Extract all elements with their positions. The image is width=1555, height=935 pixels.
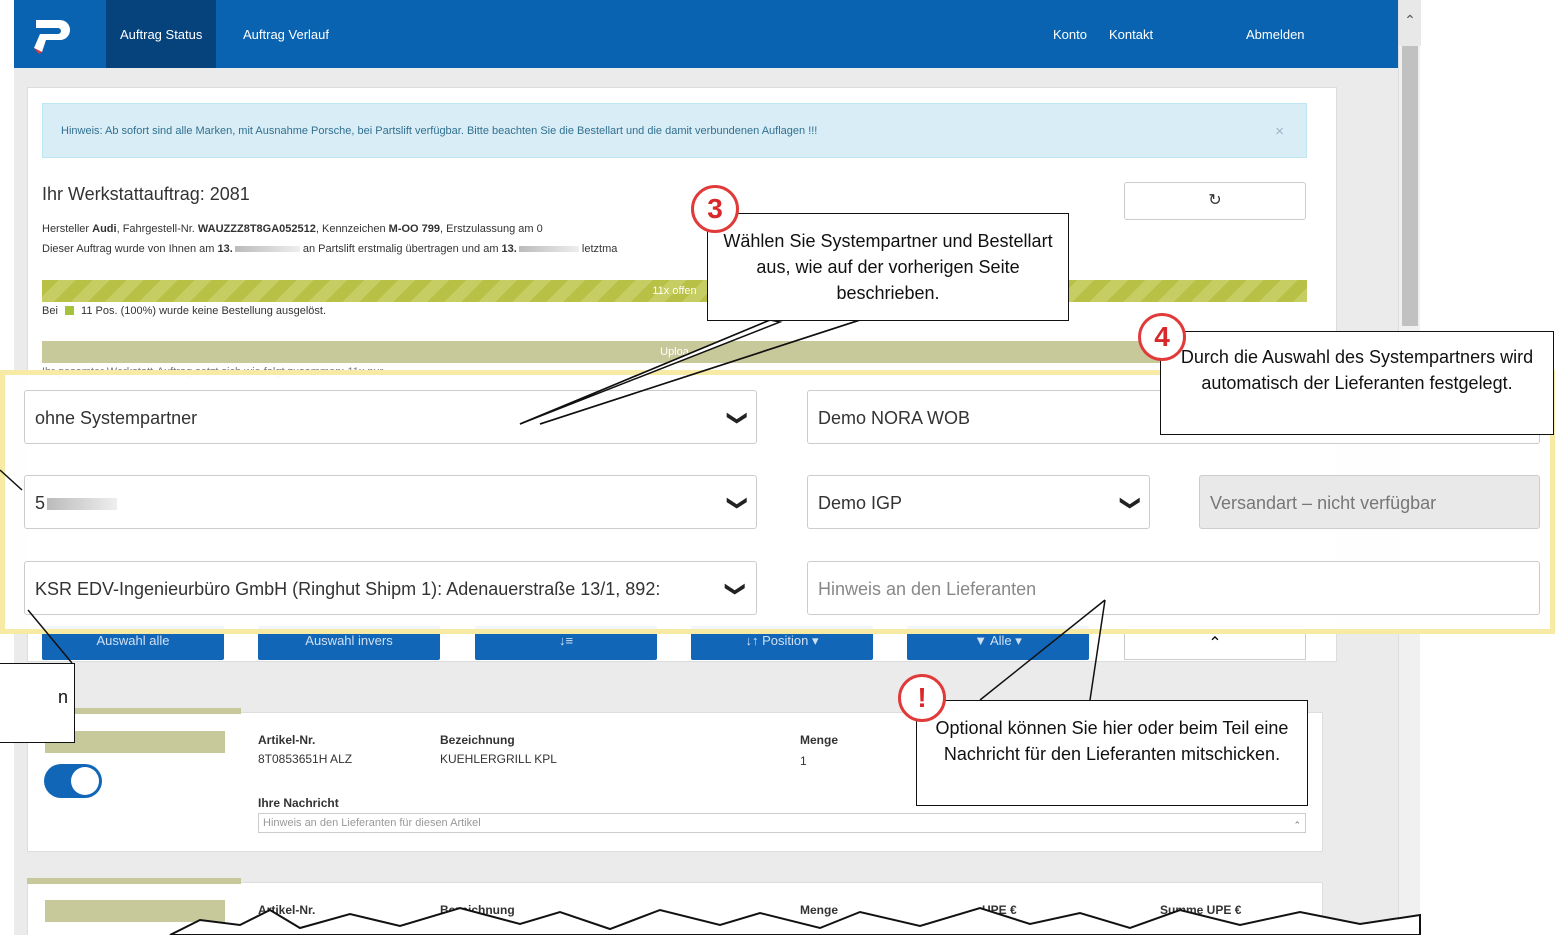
top-navigation: Auftrag Status Auftrag Verlauf Konto Kon… (14, 0, 1398, 68)
step-3-badge: 3 (691, 185, 739, 233)
col-sum-upe-2: Summe UPE € (1160, 903, 1242, 917)
progress-bar-open: 11x offen (42, 280, 1307, 302)
alert-text: Hinweis: Ab sofort sind alle Marken, mit… (61, 125, 818, 137)
col-upe-2: UPE € (982, 903, 1017, 917)
refresh-icon: ↻ (1208, 192, 1222, 209)
chevron-down-icon: ❯ (726, 494, 749, 512)
close-icon[interactable]: × (1275, 104, 1284, 159)
refresh-button[interactable]: ↻ (1124, 182, 1306, 220)
callout-step-4: Durch die Auswahl des Systempartners wir… (1160, 331, 1554, 435)
message-label: Ihre Nachricht (258, 796, 339, 810)
article-description: KUEHLERGRILL KPL (440, 752, 557, 766)
partslift-logo (34, 20, 70, 54)
info-alert: Hinweis: Ab sofort sind alle Marken, mit… (42, 103, 1307, 158)
page-title: Ihr Werkstattauftrag: 2081 (42, 184, 250, 204)
col-description-2: Bezeichnung (440, 903, 515, 917)
customer-select[interactable]: 5 ❯ (24, 475, 757, 529)
article-number: 8T0853651H ALZ (258, 752, 353, 766)
callout-optional-note: Optional können Sie hier oder beim Teil … (916, 700, 1308, 806)
progress-label: 11x offen (652, 285, 697, 297)
col-article-number-2: Artikel-Nr. (258, 903, 316, 917)
article-toggle[interactable] (44, 764, 102, 798)
plate: M-OO 799 (388, 223, 441, 235)
nav-konto[interactable]: Konto (1039, 0, 1101, 68)
callout-left-fragment: n (0, 663, 75, 743)
order-type-select[interactable]: Demo IGP ❯ (807, 475, 1150, 529)
vin: WAUZZZ8T8GA052512 (197, 223, 316, 235)
warning-badge: ! (898, 674, 946, 722)
progress-bar-upload: Uploa (42, 341, 1307, 363)
callout-step-3: Wählen Sie Systempartner und Bestellart … (707, 213, 1069, 321)
col-quantity: Menge (800, 733, 839, 747)
delivery-address-select[interactable]: KSR EDV-Ingenieurbüro GmbH (Ringhut Ship… (24, 561, 757, 615)
chevron-down-icon: ❯ (1119, 494, 1142, 512)
vehicle-info: Hersteller Audi, Fahrgestell-Nr. WAUZZZ8… (42, 223, 543, 235)
order-status-text: Bei 11 Pos. (100%) wurde keine Bestellun… (42, 305, 327, 317)
nav-kontakt[interactable]: Kontakt (1095, 0, 1167, 68)
scroll-thumb[interactable] (1402, 46, 1418, 326)
status-square-icon (64, 306, 74, 315)
nav-auftrag-status[interactable]: Auftrag Status (106, 0, 217, 68)
nav-auftrag-verlauf[interactable]: Auftrag Verlauf (229, 0, 343, 68)
chevron-down-icon: ❯ (726, 409, 749, 427)
shipping-select: Versandart – nicht verfügbar (1199, 475, 1540, 529)
nav-abmelden[interactable]: Abmelden (1232, 0, 1319, 68)
transfer-info: Dieser Auftrag wurde von Ihnen am 13. an… (42, 243, 618, 255)
article-status-tag-2 (45, 900, 225, 922)
col-description: Bezeichnung (440, 733, 515, 747)
step-4-badge: 4 (1138, 313, 1186, 361)
page: Auftrag Status Auftrag Verlauf Konto Kon… (0, 0, 1555, 935)
manufacturer: Audi (92, 223, 117, 235)
col-quantity-2: Menge (800, 903, 839, 917)
supplier-note-input[interactable]: Hinweis an den Lieferanten (807, 561, 1540, 615)
chevron-down-icon: ❯ (708, 578, 756, 600)
systempartner-select[interactable]: ohne Systempartner ❯ (24, 390, 757, 444)
article-status-bar-2 (27, 878, 241, 884)
chevron-up-icon: ⌃ (1208, 635, 1222, 652)
article-quantity: 1 (800, 754, 807, 768)
col-article-number: Artikel-Nr. (258, 733, 316, 747)
scroll-up-icon[interactable]: ⌃ (1399, 0, 1421, 46)
article-message-input[interactable]: Hinweis an den Lieferanten für diesen Ar… (258, 813, 1306, 833)
